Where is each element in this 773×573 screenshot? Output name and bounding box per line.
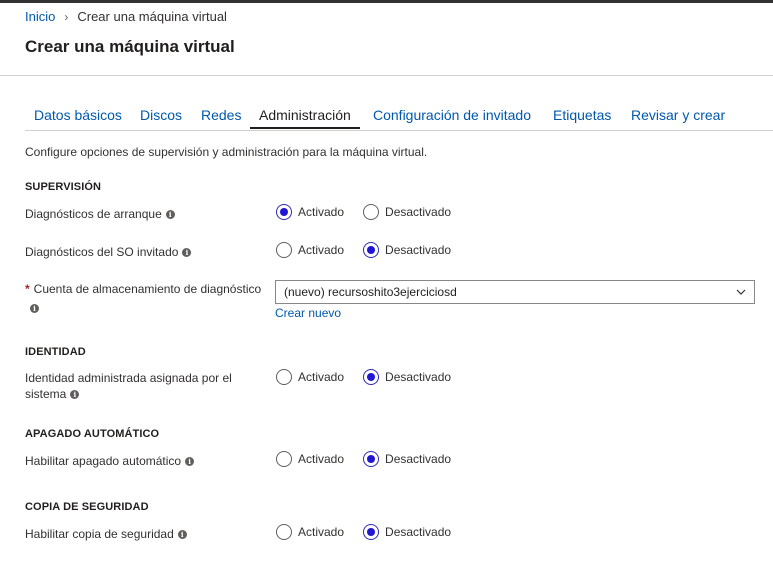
radio-label: Activado xyxy=(298,370,345,384)
auto-shutdown-label-text: Habilitar apagado automático xyxy=(25,454,182,468)
storage-account-value: (nuevo) recursoshito3ejerciciosd xyxy=(284,285,457,299)
auto-shutdown-label: Habilitar apagado automático i xyxy=(25,453,195,469)
radio-unchecked-icon xyxy=(363,204,380,220)
section-title-supervision: SUPERVISIÓN xyxy=(25,181,102,193)
section-title-backup: COPIA DE SEGURIDAD xyxy=(25,501,149,513)
guest-diagnostics-label-text: Diagnósticos del SO invitado xyxy=(25,245,179,259)
breadcrumb-current: Crear una máquina virtual xyxy=(77,9,227,24)
radio-unchecked-icon xyxy=(276,524,292,540)
radio-label: Desactivado xyxy=(385,452,452,466)
page-description: Configure opciones de supervisión y admi… xyxy=(25,145,428,159)
boot-diagnostics-label: Diagnósticos de arranque i xyxy=(25,206,175,222)
radio-unchecked-icon xyxy=(276,242,292,258)
radio-label: Activado xyxy=(298,452,345,466)
info-icon[interactable]: i xyxy=(185,457,195,467)
info-icon[interactable]: i xyxy=(177,530,187,540)
radio-label: Desactivado xyxy=(385,205,452,219)
tab-configuracion-invitado[interactable]: Configuración de invitado xyxy=(373,107,531,123)
section-title-auto-shutdown: APAGADO AUTOMÁTICO xyxy=(25,428,160,440)
boot-diagnostics-radio-group: Activado Desactivado xyxy=(276,204,470,220)
info-icon[interactable]: i xyxy=(182,248,192,258)
auto-shutdown-on-radio[interactable]: Activado xyxy=(276,451,344,467)
top-bar xyxy=(0,0,773,3)
tab-datos-basicos[interactable]: Datos básicos xyxy=(34,107,122,123)
backup-on-radio[interactable]: Activado xyxy=(276,524,344,540)
managed-identity-label-line1: Identidad administrada asignada por el xyxy=(25,371,232,385)
auto-shutdown-off-radio[interactable]: Desactivado xyxy=(363,451,451,467)
required-marker: * xyxy=(25,282,30,296)
page-title: Crear una máquina virtual xyxy=(25,37,235,56)
radio-checked-icon xyxy=(363,242,380,258)
tab-bar: Datos básicos Discos Redes Administració… xyxy=(25,100,773,131)
info-icon[interactable]: i xyxy=(165,210,175,220)
guest-diagnostics-on-radio[interactable]: Activado xyxy=(276,242,344,258)
storage-account-label: * Cuenta de almacenamiento de diagnóstico… xyxy=(25,281,270,313)
radio-checked-icon xyxy=(363,524,380,540)
active-tab-indicator xyxy=(250,127,360,129)
radio-unchecked-icon xyxy=(276,369,292,385)
radio-label: Desactivado xyxy=(385,370,452,384)
managed-identity-radio-group: Activado Desactivado xyxy=(276,369,470,385)
managed-identity-off-radio[interactable]: Desactivado xyxy=(363,369,451,385)
section-title-identity: IDENTIDAD xyxy=(25,346,86,358)
backup-label: Habilitar copia de seguridad i xyxy=(25,526,187,542)
storage-account-select[interactable]: (nuevo) recursoshito3ejerciciosd xyxy=(275,280,755,304)
info-icon[interactable]: i xyxy=(70,390,80,400)
managed-identity-on-radio[interactable]: Activado xyxy=(276,369,344,385)
guest-diagnostics-label: Diagnósticos del SO invitado i xyxy=(25,244,192,260)
boot-diagnostics-on-radio[interactable]: Activado xyxy=(276,204,344,220)
radio-label: Activado xyxy=(298,243,345,257)
backup-off-radio[interactable]: Desactivado xyxy=(363,524,451,540)
header-divider xyxy=(0,75,773,76)
radio-checked-icon xyxy=(363,451,380,467)
breadcrumb: Inicio › Crear una máquina virtual xyxy=(25,9,227,24)
chevron-right-icon: › xyxy=(64,9,69,24)
managed-identity-label-line2: sistema xyxy=(25,387,67,401)
tab-redes[interactable]: Redes xyxy=(201,107,241,123)
radio-checked-icon xyxy=(363,369,380,385)
breadcrumb-home-link[interactable]: Inicio xyxy=(25,9,55,24)
backup-radio-group: Activado Desactivado xyxy=(276,524,470,540)
tab-discos[interactable]: Discos xyxy=(140,107,182,123)
tab-revisar-crear[interactable]: Revisar y crear xyxy=(631,107,725,123)
radio-label: Desactivado xyxy=(385,243,452,257)
guest-diagnostics-off-radio[interactable]: Desactivado xyxy=(363,242,451,258)
tab-etiquetas[interactable]: Etiquetas xyxy=(553,107,611,123)
radio-label: Activado xyxy=(298,525,345,539)
guest-diagnostics-radio-group: Activado Desactivado xyxy=(276,242,470,258)
backup-label-text: Habilitar copia de seguridad xyxy=(25,527,174,541)
radio-label: Desactivado xyxy=(385,525,452,539)
create-new-link[interactable]: Crear nuevo xyxy=(275,306,341,320)
storage-account-label-text: Cuenta de almacenamiento de diagnóstico xyxy=(33,282,262,296)
managed-identity-label: Identidad administrada asignada por el s… xyxy=(25,370,232,402)
radio-checked-icon xyxy=(276,204,292,220)
boot-diagnostics-off-radio[interactable]: Desactivado xyxy=(363,204,451,220)
radio-unchecked-icon xyxy=(276,451,292,467)
info-icon[interactable]: i xyxy=(30,303,39,313)
tab-administracion[interactable]: Administración xyxy=(259,107,351,123)
auto-shutdown-radio-group: Activado Desactivado xyxy=(276,451,470,467)
radio-label: Activado xyxy=(298,205,345,219)
boot-diagnostics-label-text: Diagnósticos de arranque xyxy=(25,207,162,221)
chevron-down-icon xyxy=(736,289,746,295)
